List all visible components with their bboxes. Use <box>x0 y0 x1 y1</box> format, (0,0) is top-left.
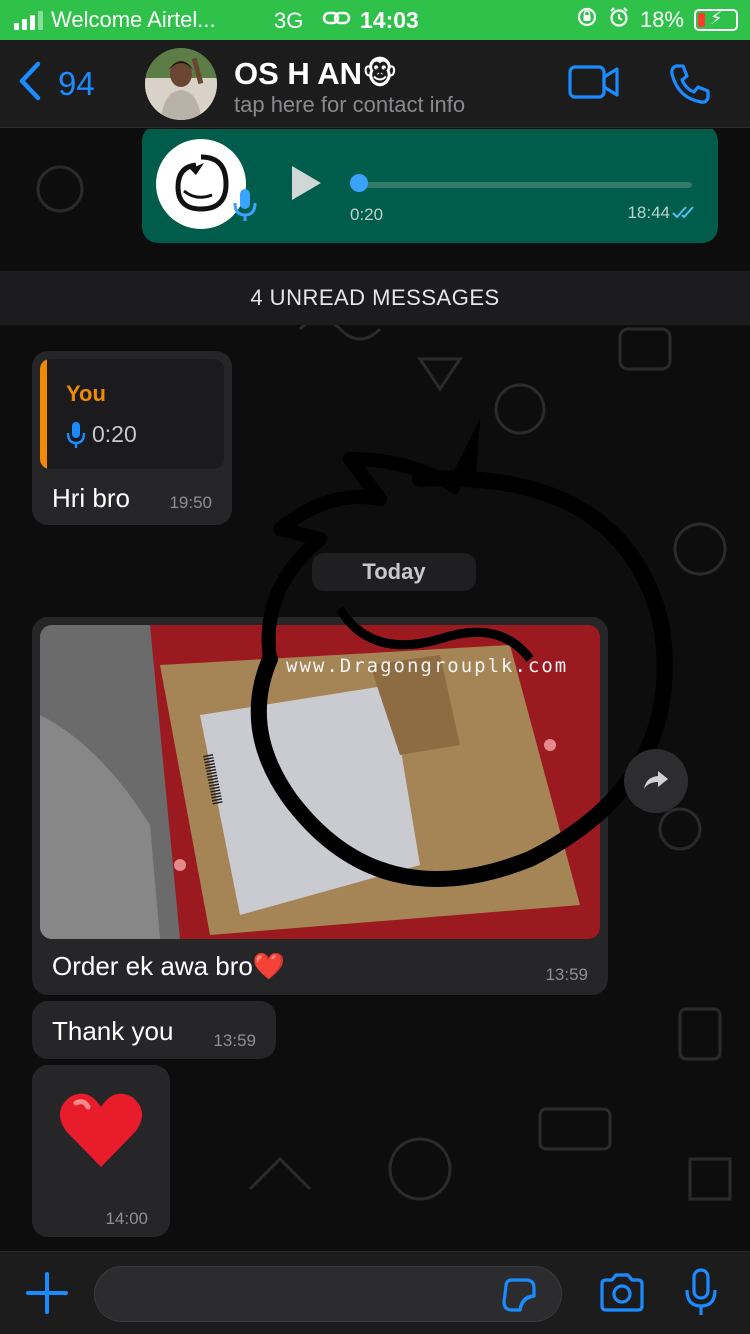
photo-attachment[interactable]: www.Dragongrouplk.com <box>40 625 600 939</box>
quote-duration: 0:20 <box>92 421 137 447</box>
back-button[interactable]: 94 <box>16 60 95 107</box>
play-icon[interactable] <box>288 163 324 208</box>
status-bar: Welcome Airtel... 3G 14:03 18% ⚡ <box>0 0 750 40</box>
contact-info-hint[interactable]: tap here for contact info <box>234 92 465 118</box>
audio-progress-handle[interactable] <box>350 174 368 192</box>
status-time: 14:03 <box>360 7 419 33</box>
message-caption: Order ek awa bro❤️ <box>52 951 286 981</box>
signal-icon <box>14 10 43 30</box>
message-time: 18:44 <box>627 203 670 222</box>
message-time: 13:59 <box>545 965 588 984</box>
video-call-icon[interactable] <box>568 64 620 105</box>
unread-messages-banner: 4 UNREAD MESSAGES <box>0 271 750 325</box>
incoming-emoji-message[interactable]: 14:00 <box>32 1065 170 1237</box>
mic-icon <box>232 187 258 228</box>
message-composer <box>0 1251 750 1334</box>
quote-author: You <box>66 381 106 406</box>
message-time: 19:50 <box>169 493 212 512</box>
camera-icon[interactable] <box>598 1272 646 1319</box>
battery-percent: 18% <box>639 7 684 32</box>
read-ticks-icon <box>672 203 698 224</box>
link-icon <box>322 8 352 34</box>
message-time: 13:59 <box>213 1031 256 1050</box>
voice-record-icon[interactable] <box>684 1268 718 1323</box>
contact-name[interactable]: OS H AN🐵 <box>234 56 398 92</box>
incoming-text-message[interactable]: Thank you 13:59 <box>32 1001 276 1059</box>
incoming-photo-message[interactable]: www.Dragongrouplk.com Order ek awa bro❤️… <box>32 617 608 995</box>
message-text: Thank you <box>52 1016 174 1046</box>
heart-emoji-icon <box>58 1089 144 1174</box>
unread-chats-count: 94 <box>58 64 95 102</box>
message-time: 14:00 <box>105 1209 148 1228</box>
contact-avatar[interactable] <box>145 48 217 120</box>
battery-icon: ⚡ <box>694 8 738 31</box>
audio-progress-track[interactable] <box>352 182 692 188</box>
incoming-reply-message[interactable]: You 0:20 Hri bro 19:50 <box>32 351 232 525</box>
outgoing-voice-message[interactable]: 0:20 18:44 <box>142 129 718 243</box>
plus-icon[interactable] <box>24 1270 70 1321</box>
carrier-name: Welcome Airtel... <box>51 7 216 32</box>
share-icon <box>642 767 670 796</box>
message-input[interactable] <box>94 1266 562 1322</box>
audio-duration: 0:20 <box>350 205 384 224</box>
message-text: Hri bro <box>52 483 131 513</box>
chevron-left-icon <box>16 60 42 107</box>
date-separator: Today <box>312 553 476 591</box>
alarm-icon <box>608 6 630 34</box>
sticker-icon[interactable] <box>500 1276 538 1319</box>
photo-watermark: www.Dragongrouplk.com <box>286 655 569 677</box>
share-button[interactable] <box>624 749 688 813</box>
chat-header: 94 OS H AN🐵 tap here for contact info <box>0 40 750 128</box>
chat-area[interactable]: 0:20 18:44 4 UNREAD MESSAGES You 0:20 Hr… <box>0 129 750 1251</box>
mic-icon <box>66 421 86 454</box>
network-type: 3G <box>274 8 304 33</box>
rotation-lock-icon <box>576 6 598 34</box>
quoted-message[interactable]: You 0:20 <box>40 359 224 469</box>
voice-call-icon[interactable] <box>668 62 712 111</box>
